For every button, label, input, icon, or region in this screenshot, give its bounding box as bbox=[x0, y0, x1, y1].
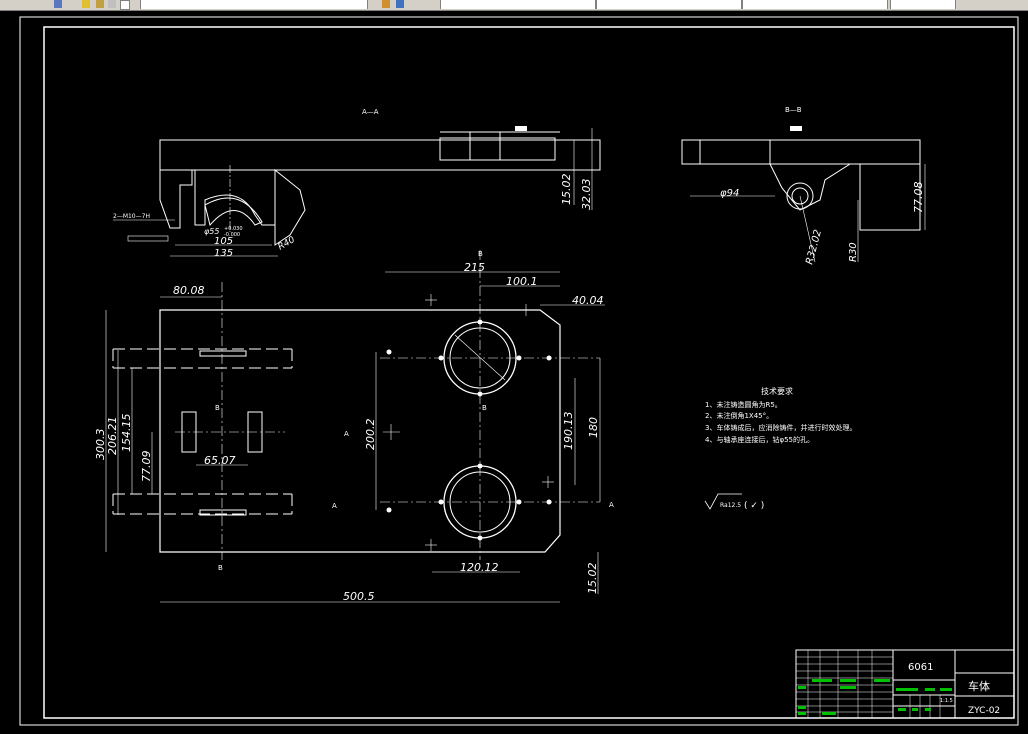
bb-right-body bbox=[859, 163, 921, 231]
tech-line-3: 3、车体铸成后，应消除铸件，并进行时效处理。 bbox=[705, 423, 856, 432]
top-dim-2: 215 bbox=[464, 261, 485, 274]
left-section-b-label: B bbox=[215, 404, 220, 412]
layer-icon[interactable] bbox=[54, 0, 62, 8]
section-aa-view: A—A 15.02 32.03 105 135 φ55 +0.030 -0.00… bbox=[113, 108, 601, 259]
aa-left-body bbox=[159, 169, 193, 229]
tech-line-2: 2、未注倒角1X45°。 bbox=[705, 411, 773, 420]
lock-icon[interactable] bbox=[108, 0, 116, 8]
aa-dim-4: 135 bbox=[214, 248, 233, 259]
top-dim-7: 154.15 bbox=[120, 414, 133, 453]
bb-dim-1: φ94 bbox=[720, 188, 739, 199]
title-block: 6061 车体 ZYC-02 1:1.5 bbox=[795, 649, 1015, 719]
aa-top-plate bbox=[159, 139, 601, 171]
aa-boss bbox=[194, 169, 276, 226]
main-plate-outline bbox=[159, 309, 561, 553]
sun-icon[interactable] bbox=[96, 0, 104, 8]
top-dim-6: 206.21 bbox=[106, 417, 119, 456]
tech-line-4: 4、与轴承座连接后，钻φ55的孔。 bbox=[705, 435, 814, 444]
lightbulb-icon[interactable] bbox=[82, 0, 90, 8]
roughness-suffix: ( ✓ ) bbox=[744, 501, 764, 511]
main-section-b-mid: B bbox=[482, 404, 487, 412]
left-section-b-label-bottom: B bbox=[218, 564, 223, 572]
top-dim-1: 80.08 bbox=[173, 284, 205, 297]
top-dim-12: 180 bbox=[587, 417, 600, 438]
top-dim-4: 40.04 bbox=[572, 294, 604, 307]
bb-dim-2: 77.08 bbox=[912, 182, 925, 214]
aa-detail-2 bbox=[515, 126, 527, 131]
bb-top-plate bbox=[769, 139, 921, 165]
aa-thread: 2—M10—7H bbox=[113, 213, 150, 220]
top-dim-13: 120.12 bbox=[460, 561, 499, 574]
match-layer-icon[interactable] bbox=[396, 0, 404, 8]
outer-frame bbox=[19, 16, 1019, 726]
title-material: 6061 bbox=[908, 662, 933, 673]
aa-dim-2: 32.03 bbox=[580, 179, 593, 211]
layer-props-icon[interactable] bbox=[382, 0, 390, 8]
plotstyle-dropdown[interactable] bbox=[890, 0, 956, 9]
section-aa-title: A—A bbox=[362, 108, 379, 116]
top-dim-8: 77.09 bbox=[140, 451, 153, 483]
section-bb-view: B—B φ94 77.08 R32.02 R30 bbox=[681, 106, 926, 266]
cad-drawing: A—A 15.02 32.03 105 135 φ55 +0.030 -0.00… bbox=[19, 16, 1019, 726]
bb-dim-4: R30 bbox=[848, 242, 859, 262]
main-section-a-bottom: A bbox=[332, 502, 337, 510]
lineweight-dropdown[interactable] bbox=[742, 0, 888, 9]
linetype-dropdown[interactable] bbox=[596, 0, 742, 9]
top-view-main-plate: 215 100.1 40.04 200.2 190.13 180 120.12 … bbox=[159, 250, 614, 603]
main-section-b-top: B bbox=[478, 250, 483, 258]
main-section-a-left: A bbox=[344, 430, 349, 438]
aa-detail-1 bbox=[439, 137, 556, 161]
main-section-a-right: A bbox=[609, 501, 614, 509]
top-dim-3: 100.1 bbox=[506, 275, 538, 288]
color-dropdown[interactable] bbox=[440, 0, 596, 9]
tech-title: 技术要求 bbox=[761, 386, 793, 396]
technical-requirements: 技术要求 1、未注铸造圆角为R5。 2、未注倒角1X45°。 3、车体铸成后，应… bbox=[704, 386, 856, 511]
cad-toolbar bbox=[0, 0, 1028, 11]
drawing-canvas[interactable]: A—A 15.02 32.03 105 135 φ55 +0.030 -0.00… bbox=[0, 11, 1028, 734]
aa-tol-dn: -0.000 bbox=[224, 232, 240, 238]
tech-line-1: 1、未注铸造圆角为R5。 bbox=[705, 400, 782, 409]
bb-dim-3: R32.02 bbox=[804, 229, 824, 266]
aa-dim-1: 15.02 bbox=[560, 174, 573, 206]
roughness-value: Ra12.5 bbox=[720, 502, 741, 509]
top-view-left: 300.3 206.21 154.15 77.09 80.08 65.07 B … bbox=[94, 282, 293, 572]
section-bb-title: B—B bbox=[785, 106, 802, 114]
bb-top-plate-left bbox=[681, 139, 701, 165]
top-dim-9: 65.07 bbox=[204, 454, 236, 467]
top-dim-10: 200.2 bbox=[364, 419, 377, 451]
aa-dim-5: φ55 bbox=[204, 227, 219, 236]
aa-dim-6: R40 bbox=[277, 235, 298, 253]
inner-frame bbox=[43, 26, 1015, 719]
aa-right-arm bbox=[274, 168, 306, 246]
layer-dropdown[interactable] bbox=[140, 0, 368, 9]
title-part-name: 车体 bbox=[968, 679, 990, 693]
top-dim-15: 500.5 bbox=[343, 590, 375, 603]
top-dim-11: 190.13 bbox=[562, 412, 575, 451]
title-drawing-no: ZYC-02 bbox=[968, 706, 1000, 716]
color-square-icon[interactable] bbox=[120, 0, 130, 10]
title-scale: 1:1.5 bbox=[940, 698, 953, 704]
top-dim-14: 15.02 bbox=[586, 563, 599, 595]
